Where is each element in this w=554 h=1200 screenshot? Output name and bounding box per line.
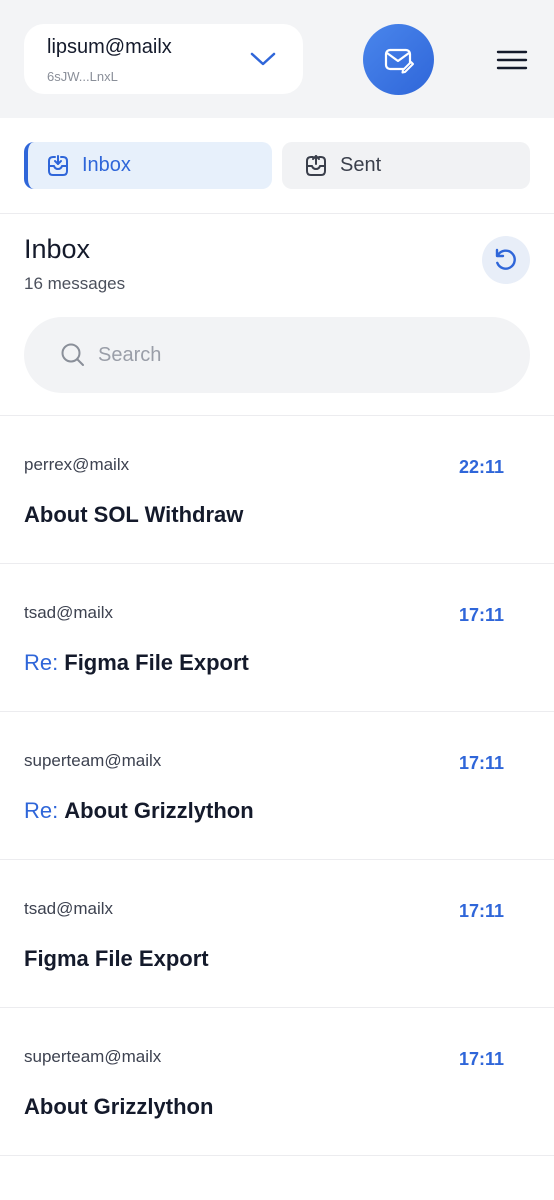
refresh-icon xyxy=(495,248,516,270)
message-subject-text: About Grizzlython xyxy=(64,798,254,823)
search-bar[interactable] xyxy=(24,317,530,393)
account-address: 6sJW...LnxL xyxy=(47,69,118,84)
account-selector[interactable]: lipsum@mailx 6sJW...LnxL xyxy=(24,24,303,94)
top-bar: lipsum@mailx 6sJW...LnxL xyxy=(0,0,554,118)
inbox-tray-icon xyxy=(48,154,68,176)
message-sender: tsad@mailx xyxy=(24,603,114,622)
tab-inbox-label: Inbox xyxy=(82,154,131,176)
tab-sent[interactable]: Sent xyxy=(282,142,530,189)
message-row[interactable]: perrex@mailx 22:11 About SOL Withdraw xyxy=(0,416,554,564)
message-subject-text: Figma File Export xyxy=(64,650,249,675)
message-sender: perrex@mailx xyxy=(24,455,130,474)
inbox-header: Inbox 16 messages xyxy=(0,214,554,416)
tab-inbox[interactable]: Inbox xyxy=(24,142,272,189)
message-row[interactable]: superteam@mailx 17:11 About Grizzlython xyxy=(0,1008,554,1156)
tab-sent-label: Sent xyxy=(340,154,382,176)
message-time: 17:11 xyxy=(458,901,504,921)
message-time: 17:11 xyxy=(458,605,504,625)
message-subject: Re: About Grizzlython xyxy=(24,798,254,824)
message-sender: tsad@mailx xyxy=(24,899,114,918)
reply-prefix: Re: xyxy=(24,798,59,823)
message-time: 17:11 xyxy=(458,753,504,773)
message-row[interactable]: superteam@mailx 17:11 Re: About Grizzlyth… xyxy=(0,712,554,860)
compose-mail-icon xyxy=(384,48,414,73)
message-time: 17:11 xyxy=(458,1049,504,1069)
message-row[interactable]: tsad@mailx 17:11 Re: Figma File Export xyxy=(0,564,554,712)
message-subject-text: About SOL Withdraw xyxy=(24,502,244,527)
chevron-down-icon xyxy=(250,52,276,66)
message-list: perrex@mailx 22:11 About SOL Withdraw ts… xyxy=(0,416,554,1156)
hamburger-menu-icon[interactable] xyxy=(496,48,528,72)
message-time: 22:11 xyxy=(458,457,504,477)
message-row[interactable]: tsad@mailx 17:11 Figma File Export xyxy=(0,860,554,1008)
search-icon xyxy=(61,343,84,366)
message-subject: Figma File Export xyxy=(24,946,209,972)
page-title: Inbox xyxy=(24,234,91,264)
message-sender: superteam@mailx xyxy=(24,751,162,770)
message-count: 16 messages xyxy=(24,274,126,293)
search-input[interactable] xyxy=(98,343,478,367)
message-subject: About Grizzlython xyxy=(24,1094,213,1120)
message-subject-text: About Grizzlython xyxy=(24,1094,214,1119)
message-subject-text: Figma File Export xyxy=(24,946,209,971)
message-subject: About SOL Withdraw xyxy=(24,502,243,528)
message-subject: Re: Figma File Export xyxy=(24,650,249,676)
sent-tray-icon xyxy=(306,154,326,176)
message-sender: superteam@mailx xyxy=(24,1047,162,1066)
reply-prefix: Re: xyxy=(24,650,59,675)
account-email: lipsum@mailx xyxy=(47,36,172,58)
refresh-button[interactable] xyxy=(482,236,530,284)
mailbox-tabs: Inbox Sent xyxy=(0,118,554,214)
compose-button[interactable] xyxy=(363,24,434,95)
